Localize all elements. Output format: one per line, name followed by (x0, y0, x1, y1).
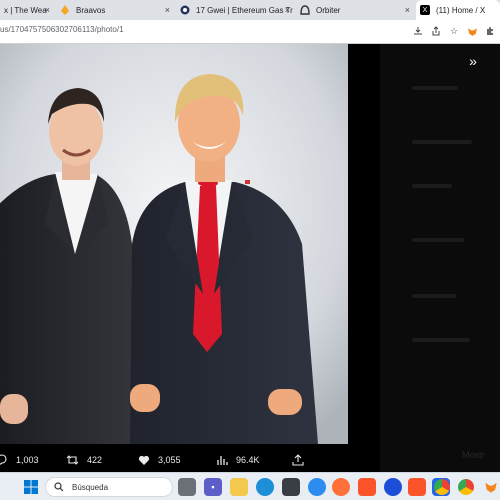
tab-orbiter[interactable]: Orbiter × (296, 0, 414, 20)
extension-icon[interactable] (484, 25, 496, 37)
share-icon[interactable] (430, 25, 442, 37)
task-view-icon[interactable] (178, 478, 196, 496)
tab-braavos[interactable]: Braavos × (56, 0, 174, 20)
tab-weather[interactable]: x | The Wea × (0, 0, 54, 20)
photo-viewer: » 1,003 422 3,055 96.4K Mostr (0, 44, 500, 472)
reply-icon (0, 454, 8, 466)
tab-x-home[interactable]: X (11) Home / X (416, 0, 500, 20)
placeholder-line (412, 294, 456, 298)
file-explorer-icon[interactable] (230, 478, 248, 496)
taskbar-search-box[interactable]: Búsqueda (45, 477, 173, 497)
like-button[interactable]: 3,055 (138, 448, 181, 472)
tab-gas-tracker[interactable]: 17 Gwei | Ethereum Gas Tr × (176, 0, 294, 20)
metamask-icon[interactable] (466, 25, 478, 37)
placeholder-line (412, 338, 470, 342)
x-logo-icon: X (420, 5, 430, 15)
teams-icon[interactable]: ▪ (204, 478, 222, 496)
placeholder-line (412, 238, 464, 242)
show-more-label[interactable]: Mostr (462, 450, 485, 460)
windows-taskbar: Búsqueda ▪ (0, 472, 500, 500)
tab-title: x | The Wea (4, 5, 47, 15)
placeholder-line (412, 86, 458, 90)
orbiter-icon (300, 5, 310, 15)
address-bar: us/1704757506302706113/photo/1 ☆ (0, 20, 500, 44)
search-icon (54, 482, 64, 492)
download-icon[interactable] (412, 25, 424, 37)
repost-icon (66, 454, 79, 466)
tab-title: Braavos (76, 5, 106, 15)
reply-panel-dimmed (380, 44, 500, 472)
tweet-photo[interactable] (0, 44, 348, 444)
chrome-icon[interactable] (434, 479, 450, 495)
bookmark-star-icon[interactable]: ☆ (448, 25, 460, 37)
arc-icon[interactable] (384, 478, 402, 496)
braavos-icon (60, 5, 70, 15)
close-icon[interactable]: × (165, 5, 170, 15)
repost-button[interactable]: 422 (66, 448, 102, 472)
bar-chart-icon (216, 454, 228, 466)
metamask-icon[interactable] (482, 478, 500, 496)
like-count: 3,055 (158, 455, 181, 465)
reply-button[interactable]: 1,003 (0, 448, 39, 472)
edge-icon[interactable] (256, 478, 274, 496)
windows-start-icon[interactable] (22, 478, 40, 496)
views-button[interactable]: 96.4K (216, 448, 260, 472)
placeholder-line (412, 184, 452, 188)
etherscan-icon (180, 5, 190, 15)
search-placeholder: Búsqueda (72, 482, 109, 492)
reply-count: 1,003 (16, 455, 39, 465)
browser-tab-strip: x | The Wea × Braavos × 17 Gwei | Ethere… (0, 0, 500, 20)
view-count: 96.4K (236, 455, 260, 465)
thunderbird-icon[interactable] (308, 478, 326, 496)
tab-title: (11) Home / X (436, 5, 486, 15)
brave-alt-icon[interactable] (408, 478, 426, 496)
chrome-profile-icon[interactable] (458, 479, 474, 495)
repost-count: 422 (87, 455, 103, 465)
double-chevron-right-icon[interactable]: » (462, 50, 484, 72)
close-icon[interactable]: × (45, 5, 50, 15)
brave-icon[interactable] (358, 478, 376, 496)
firefox-icon[interactable] (332, 478, 350, 496)
heart-icon (138, 455, 150, 466)
close-icon[interactable]: × (405, 5, 410, 15)
tab-title: 17 Gwei | Ethereum Gas Tr (196, 5, 293, 15)
share-icon (292, 454, 304, 466)
close-icon[interactable]: × (285, 5, 290, 15)
tweet-action-bar: 1,003 422 3,055 96.4K (0, 448, 348, 472)
placeholder-line (412, 140, 472, 144)
share-button[interactable] (292, 448, 312, 472)
url-field[interactable]: us/1704757506302706113/photo/1 (0, 25, 124, 34)
store-icon[interactable] (282, 478, 300, 496)
tab-title: Orbiter (316, 5, 341, 15)
